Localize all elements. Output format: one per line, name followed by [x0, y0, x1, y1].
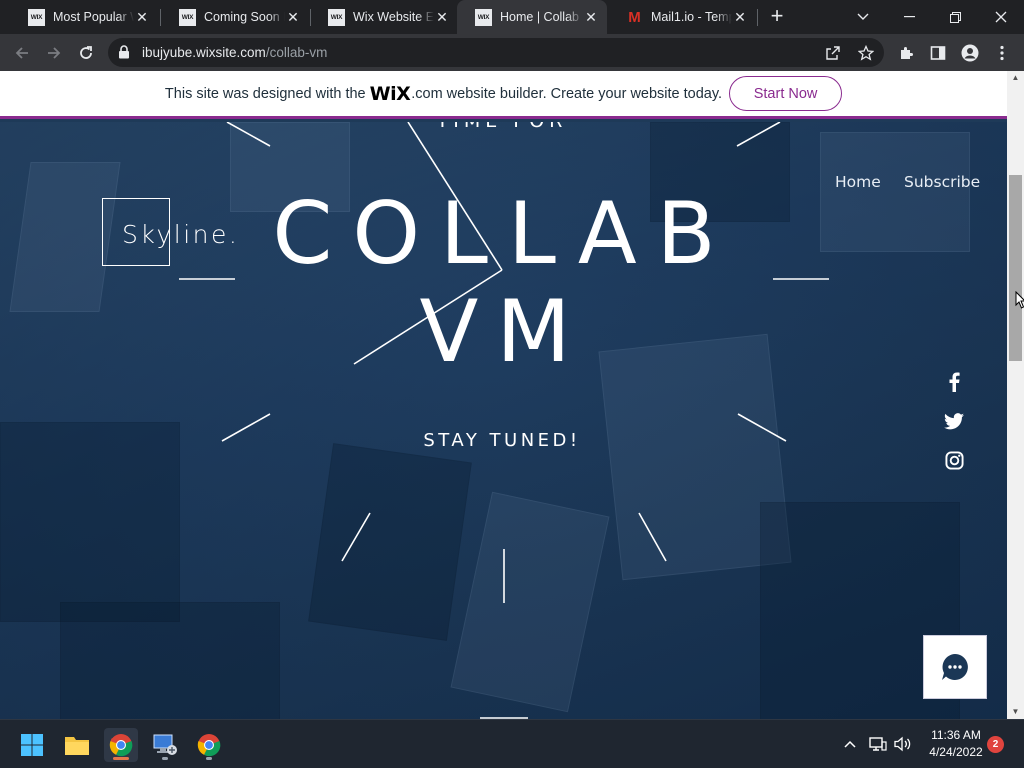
page-viewport: This site was designed with the WiX .com…	[0, 71, 1024, 719]
clock-date: 4/24/2022	[929, 745, 983, 759]
hero-title-line2: VM	[419, 282, 589, 382]
bookmark-star-icon[interactable]	[857, 44, 875, 62]
address-bar[interactable]: ibujyube.wixsite.com/collab-vm	[108, 38, 884, 67]
file-explorer-icon[interactable]	[60, 728, 94, 762]
browser-tab[interactable]: M Mail1.io - Temporary Email ✕	[608, 0, 756, 34]
tab-title: Home | Collab VM	[500, 10, 583, 24]
browser-tab-active[interactable]: WIX Home | Collab VM ✕	[457, 0, 607, 34]
tab-title: Mail1.io - Temporary Email	[651, 10, 732, 24]
show-hidden-icons-chevron-up-icon[interactable]	[842, 733, 858, 755]
page-scrollbar[interactable]: ▲ ▼	[1007, 71, 1024, 719]
clock-time: 11:36 AM	[931, 728, 981, 742]
facebook-icon[interactable]	[944, 372, 964, 392]
gmail-icon: M	[628, 8, 641, 26]
scrollbar-thumb[interactable]	[1009, 175, 1022, 361]
wix-favicon-icon: WIX	[475, 8, 492, 26]
close-tab-icon[interactable]: ✕	[434, 9, 450, 26]
close-tab-icon[interactable]: ✕	[732, 9, 748, 26]
chrome-icon[interactable]	[104, 728, 138, 762]
start-now-button[interactable]: Start Now	[729, 76, 843, 111]
lock-icon[interactable]	[118, 45, 130, 64]
nav-home[interactable]: Home	[835, 173, 881, 191]
windows-taskbar: 11:36 AM 4/24/2022 2	[0, 719, 1024, 768]
scroll-up-icon[interactable]: ▲	[1007, 71, 1024, 85]
chrome-icon[interactable]	[192, 728, 226, 762]
browser-tab[interactable]: WIX Coming Soon Landing Pages ✕	[161, 0, 309, 34]
wix-favicon-icon: WIX	[179, 8, 196, 26]
nav-subscribe[interactable]: Subscribe	[904, 173, 980, 191]
browser-tab[interactable]: WIX Wix Website Editor ✕	[310, 0, 458, 34]
hero-tagline: STAY TUNED!	[423, 430, 581, 451]
hero-kicker: TIME FOR	[418, 122, 586, 132]
tab-title: Most Popular Website Templates	[53, 10, 134, 24]
system-clock[interactable]: 11:36 AM 4/24/2022	[918, 727, 994, 761]
extensions-icon[interactable]	[892, 39, 920, 67]
close-tab-icon[interactable]: ✕	[583, 9, 599, 26]
close-window-button[interactable]	[978, 0, 1024, 34]
scroll-down-icon[interactable]: ▼	[1007, 705, 1024, 719]
banner-text: This site was designed with the	[164, 85, 366, 102]
instagram-icon[interactable]	[944, 450, 964, 470]
minimize-button[interactable]	[886, 0, 932, 34]
chat-button[interactable]	[923, 635, 987, 699]
browser-toolbar: ibujyube.wixsite.com/collab-vm	[0, 34, 1024, 71]
wix-promo-banner: This site was designed with the WiX .com…	[0, 71, 1007, 119]
remote-desktop-icon[interactable]	[148, 728, 182, 762]
wix-logo: WiX	[369, 82, 411, 105]
profile-icon[interactable]	[956, 39, 984, 67]
tab-title: Coming Soon Landing Pages	[204, 10, 285, 24]
hero-section: TIME FOR Skyline. Home Subscribe COLLAB …	[0, 122, 1007, 719]
chat-icon	[942, 654, 968, 680]
twitter-icon[interactable]	[944, 411, 964, 431]
notification-badge[interactable]: 2	[987, 736, 1004, 753]
hero-title-line1: COLLAB	[272, 184, 736, 284]
browser-tab[interactable]: WIX Most Popular Website Templates ✕	[10, 0, 158, 34]
forward-button[interactable]	[40, 39, 68, 67]
network-icon[interactable]	[868, 733, 888, 755]
mouse-cursor-icon	[1015, 291, 1024, 309]
tab-search-icon[interactable]	[840, 0, 886, 34]
browser-menu-icon[interactable]	[988, 39, 1016, 67]
restore-button[interactable]	[932, 0, 978, 34]
share-icon[interactable]	[824, 44, 842, 62]
reload-button[interactable]	[72, 39, 100, 67]
tab-title: Wix Website Editor	[353, 10, 434, 24]
wix-favicon-icon: WIX	[28, 8, 45, 26]
new-tab-button[interactable]: +	[765, 4, 789, 30]
back-button[interactable]	[8, 39, 36, 67]
tab-strip: WIX Most Popular Website Templates ✕ WIX…	[0, 0, 1024, 34]
url-text[interactable]: ibujyube.wixsite.com/collab-vm	[142, 45, 327, 60]
banner-text-2: .com website builder. Create your websit…	[411, 85, 723, 102]
volume-icon[interactable]	[893, 733, 913, 755]
close-tab-icon[interactable]: ✕	[134, 9, 150, 26]
close-tab-icon[interactable]: ✕	[285, 9, 301, 26]
side-panel-icon[interactable]	[924, 39, 952, 67]
wix-favicon-icon: WIX	[328, 8, 345, 26]
windows-start-icon[interactable]	[15, 728, 49, 762]
